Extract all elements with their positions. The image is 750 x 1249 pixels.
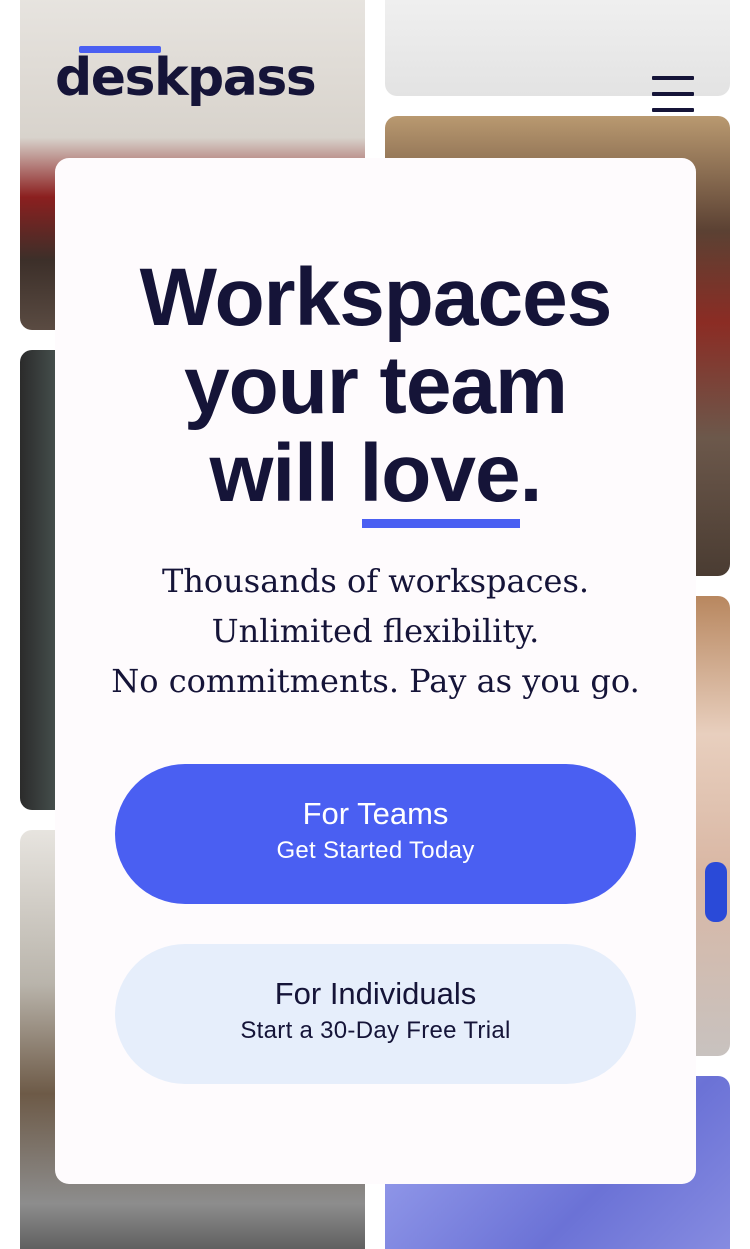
headline-line-3-prefix: will bbox=[209, 428, 360, 519]
for-teams-button[interactable]: For Teams Get Started Today bbox=[115, 764, 636, 904]
headline-line-2: your team bbox=[184, 340, 568, 431]
subtext-line-3: No commitments. Pay as you go. bbox=[111, 662, 640, 700]
hamburger-menu-icon[interactable] bbox=[650, 74, 695, 114]
hero-card: Workspaces your team will love. Thousand… bbox=[55, 158, 696, 1184]
for-individuals-button[interactable]: For Individuals Start a 30-Day Free Tria… bbox=[115, 944, 636, 1084]
for-individuals-subtitle: Start a 30-Day Free Trial bbox=[240, 1017, 511, 1044]
for-individuals-title: For Individuals bbox=[274, 976, 477, 1011]
menu-line bbox=[652, 92, 694, 96]
for-teams-subtitle: Get Started Today bbox=[276, 837, 475, 864]
headline-line-1: Workspaces bbox=[139, 252, 613, 343]
hero-subtext: Thousands of workspaces. Unlimited flexi… bbox=[55, 556, 696, 706]
headline-line-3: will love. bbox=[55, 428, 696, 528]
menu-line bbox=[652, 108, 694, 112]
menu-line bbox=[652, 76, 694, 80]
for-teams-title: For Teams bbox=[302, 796, 449, 831]
hero-headline: Workspaces your team will love. bbox=[55, 252, 696, 528]
headline-period: . bbox=[519, 428, 543, 519]
subtext-line-2: Unlimited flexibility. bbox=[211, 612, 540, 650]
headline-emphasis-word: love bbox=[359, 428, 521, 528]
subtext-line-1: Thousands of workspaces. bbox=[161, 562, 590, 600]
logo-text: deskpass bbox=[55, 48, 317, 108]
deskpass-logo[interactable]: deskpass bbox=[55, 46, 325, 126]
photo-person-figure bbox=[705, 862, 727, 922]
